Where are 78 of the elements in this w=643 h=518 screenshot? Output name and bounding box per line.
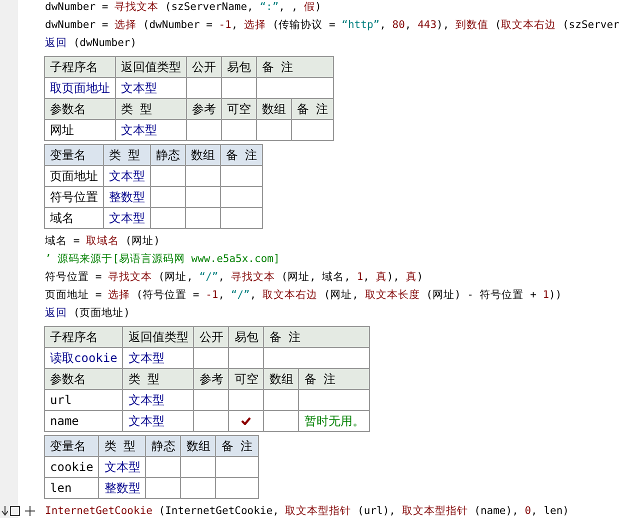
table-cell: 文本型 <box>104 166 150 186</box>
table-cell <box>146 478 181 498</box>
header-cell: 参数名 <box>44 98 116 120</box>
header-cell: 可空 <box>222 98 256 120</box>
header-cell: 子程序名 <box>44 326 123 348</box>
header-cell: 类 型 <box>98 436 146 456</box>
header-cell: 备 注 <box>298 368 370 390</box>
table-cell: 整数型 <box>98 478 146 498</box>
header-cell: 备 注 <box>216 436 258 456</box>
table-cell: 网址 <box>44 120 116 140</box>
table-cell: 整数型 <box>104 186 150 208</box>
table-cell: 文本型 <box>98 456 146 478</box>
code-line: 返回 (页面地址) <box>45 306 130 321</box>
code-line: 域名 = 取域名 (网址) <box>45 234 160 249</box>
header-cell: 静态 <box>150 144 186 166</box>
code-line: dwNumber = 寻找文本 (szServerName, “:”, , 假) <box>45 0 322 15</box>
code-line: dwNumber = 选择 (dwNumber = -1, 选择 (传输协议 = “http”, 80, 443), 到数值 (取文本右边 (szServer <box>45 18 620 33</box>
code-line: 页面地址 = 选择 (符号位置 = -1, “/”, 取文本右边 (网址, 取文本长度 (网址) - 符号位置 + 1)) <box>45 288 562 303</box>
table-cell <box>150 166 186 186</box>
header-cell: 公开 <box>194 326 229 348</box>
table-cell: len <box>44 478 99 498</box>
arrow-icon[interactable] <box>0 505 8 517</box>
table-cell: cookie <box>44 456 99 478</box>
header-cell: 备 注 <box>292 98 334 120</box>
table-cell <box>180 456 216 478</box>
code-line: ’ 源码来源于[易语言源码网 www.e5a5x.com] <box>45 252 280 267</box>
table-cell <box>146 456 181 478</box>
table-cell <box>220 166 263 186</box>
header-cell: 数组 <box>186 144 220 166</box>
header-cell: 静态 <box>146 436 181 456</box>
header-cell: 数组 <box>264 368 299 390</box>
header-cell: 数组 <box>256 98 292 120</box>
header-cell: 备 注 <box>264 326 370 348</box>
table-cell: 文本型 <box>104 208 150 228</box>
header-cell: 备 注 <box>220 144 263 166</box>
code-line: InternetGetCookie (InternetGetCookie, 取文本型指针 (url), 取文本型指针 (name), 0, len) <box>45 504 569 518</box>
table-cell <box>298 390 370 410</box>
header-cell: 易包 <box>222 56 256 78</box>
header-cell: 子程序名 <box>44 56 116 78</box>
table-cell <box>186 186 220 208</box>
table-cell: 文本型 <box>116 120 186 140</box>
table-cell: 暂时无用。 <box>298 410 370 432</box>
code-line: 符号位置 = 寻找文本 (网址, “/”, 寻找文本 (网址, 域名, 1, 真), 真) <box>45 270 424 285</box>
header-cell: 参考 <box>194 368 229 390</box>
table-cell <box>180 478 216 498</box>
table-cell: 页面地址 <box>44 166 104 186</box>
header-cell: 类 型 <box>116 98 186 120</box>
header-cell: 参考 <box>186 98 222 120</box>
table-cell: url <box>44 390 123 410</box>
table-cell <box>220 186 263 208</box>
table-cell: 文本型 <box>122 410 194 432</box>
header-cell: 备 注 <box>256 56 334 78</box>
header-cell: 易包 <box>228 326 264 348</box>
table-cell: name <box>44 410 123 432</box>
table-cell: 符号位置 <box>44 186 104 208</box>
header-cell: 类 型 <box>104 144 150 166</box>
table-cell <box>186 208 220 228</box>
header-cell: 数组 <box>180 436 216 456</box>
header-cell: 返回值类型 <box>116 56 186 78</box>
box-icon[interactable] <box>10 506 20 516</box>
header-cell: 参数名 <box>44 368 123 390</box>
header-cell: 公开 <box>186 56 222 78</box>
plus-icon[interactable] <box>25 506 35 516</box>
table-cell <box>186 166 220 186</box>
table-cell <box>292 120 334 140</box>
header-cell: 类 型 <box>122 368 194 390</box>
header-cell: 变量名 <box>44 436 99 456</box>
code-line: 返回 (dwNumber) <box>45 36 137 51</box>
table-cell <box>150 186 186 208</box>
table-cell: 域名 <box>44 208 104 228</box>
header-cell: 返回值类型 <box>122 326 194 348</box>
table-cell <box>216 478 258 498</box>
table-cell <box>216 456 258 478</box>
header-cell: 变量名 <box>44 144 104 166</box>
table-cell <box>150 208 186 228</box>
table-cell: 文本型 <box>122 390 194 410</box>
table-cell <box>220 208 263 228</box>
header-cell: 可空 <box>228 368 264 390</box>
